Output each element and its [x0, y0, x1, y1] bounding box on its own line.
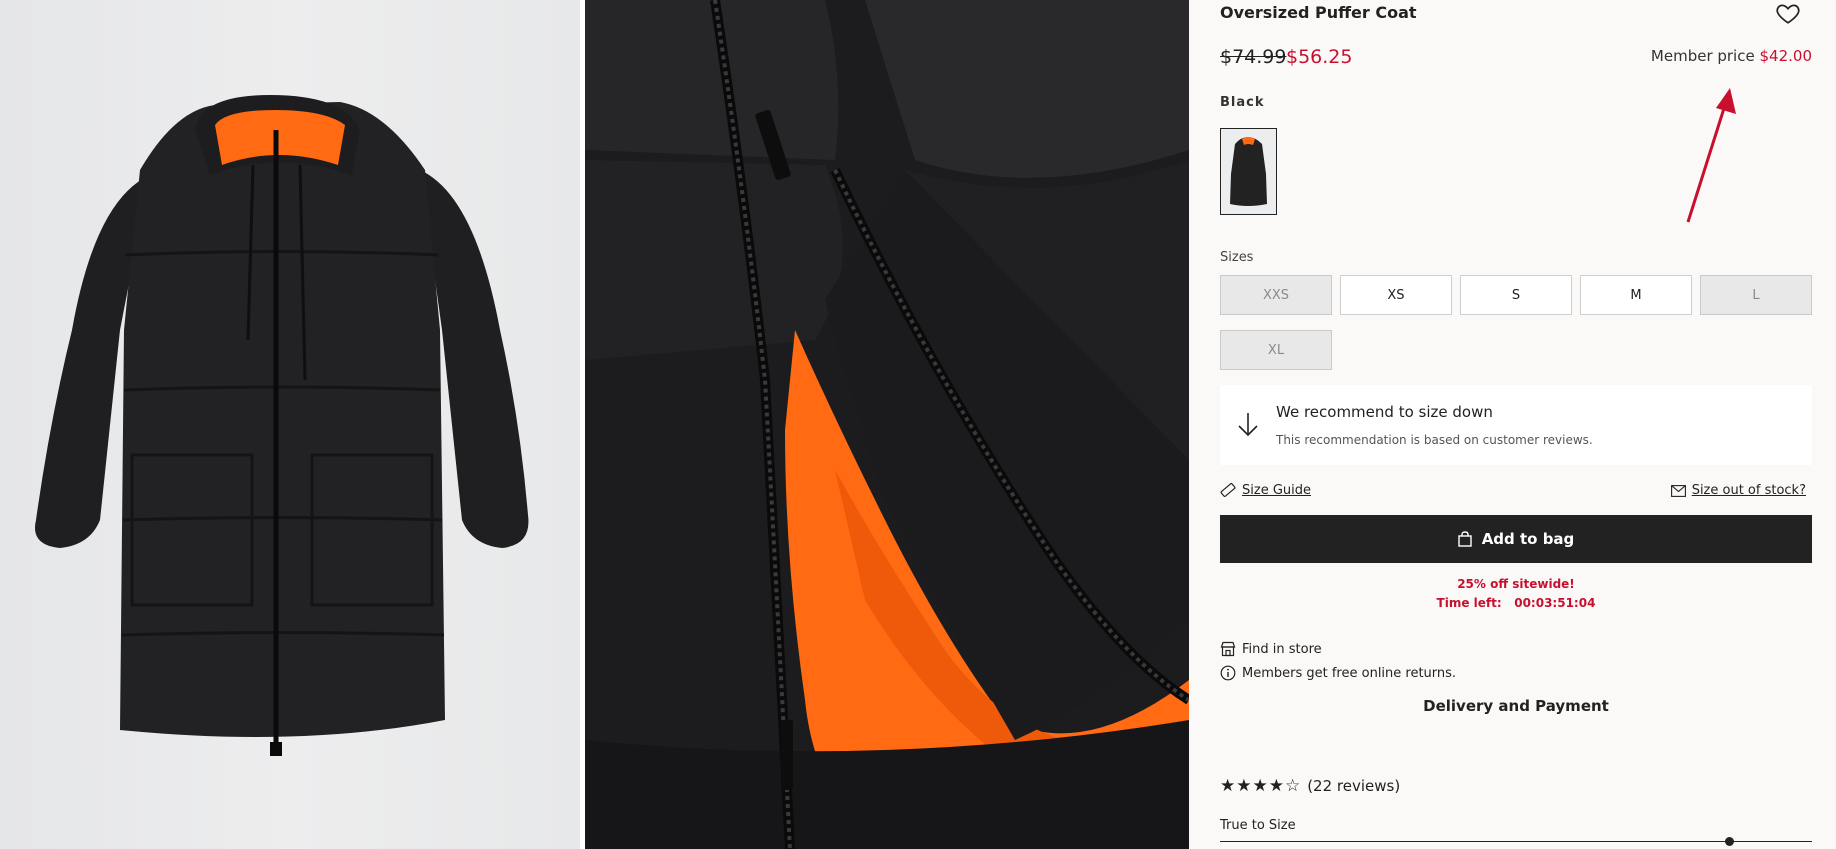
add-to-bag-button[interactable]: Add to bag	[1220, 515, 1812, 563]
delivery-and-payment[interactable]: Delivery and Payment	[1220, 697, 1812, 715]
promo-banner: 25% off sitewide! Time left: 00:03:51:04	[1220, 575, 1812, 613]
bag-icon	[1457, 531, 1472, 547]
member-price: Member price $42.00	[1651, 47, 1812, 65]
size-recommendation: We recommend to size down This recommend…	[1220, 385, 1812, 465]
review-count: (22 reviews)	[1307, 777, 1401, 795]
size-option-xl[interactable]: XL	[1220, 330, 1332, 370]
swatch-coat-icon	[1221, 129, 1276, 214]
returns-label: Members get free online returns.	[1242, 665, 1457, 681]
size-guide-link[interactable]: Size Guide	[1220, 482, 1311, 498]
size-option-xxs[interactable]: XXS	[1220, 275, 1332, 315]
product-info-panel: Oversized Puffer Coat $74.99 $56.25 Memb…	[1220, 0, 1812, 849]
color-label: Black	[1220, 95, 1265, 110]
size-option-xs[interactable]: XS	[1340, 275, 1452, 315]
recommendation-subtitle: This recommendation is based on customer…	[1276, 433, 1593, 447]
ruler-icon	[1220, 483, 1236, 497]
fit-scale-track	[1220, 841, 1812, 842]
coat-detail-illustration	[585, 0, 1189, 849]
size-option-s[interactable]: S	[1460, 275, 1572, 315]
promo-timer: Time left: 00:03:51:04	[1220, 594, 1812, 613]
coat-front-illustration	[35, 95, 529, 756]
original-price: $74.99	[1220, 46, 1287, 68]
promo-headline: 25% off sitewide!	[1457, 577, 1575, 591]
member-price-value: $42.00	[1759, 47, 1813, 65]
sale-price: $56.25	[1286, 46, 1353, 68]
info-icon	[1220, 665, 1236, 681]
size-option-m[interactable]: M	[1580, 275, 1692, 315]
find-in-store-label: Find in store	[1242, 641, 1322, 657]
size-out-of-stock-link[interactable]: Size out of stock?	[1670, 483, 1806, 498]
member-price-label: Member price	[1650, 47, 1755, 65]
fit-scale-marker	[1724, 837, 1734, 846]
heart-icon[interactable]	[1775, 0, 1801, 26]
arrow-down-icon	[1238, 413, 1258, 437]
timer-label: Time left:	[1436, 596, 1502, 610]
envelope-icon	[1670, 484, 1686, 497]
sizes-label: Sizes	[1220, 250, 1254, 265]
rating-summary[interactable]: ★★★★☆ (22 reviews)	[1220, 776, 1400, 796]
color-swatch-black[interactable]	[1220, 128, 1277, 215]
product-title: Oversized Puffer Coat	[1220, 3, 1417, 22]
recommendation-title: We recommend to size down	[1276, 403, 1493, 421]
fit-label: True to Size	[1220, 818, 1296, 833]
size-guide-label[interactable]: Size Guide	[1242, 483, 1311, 498]
store-icon	[1220, 641, 1236, 657]
size-option-l[interactable]: L	[1700, 275, 1812, 315]
size-out-of-stock-label[interactable]: Size out of stock?	[1692, 483, 1806, 498]
product-image-detail[interactable]	[585, 0, 1189, 849]
find-in-store-link[interactable]: Find in store	[1220, 641, 1322, 657]
star-rating-icon: ★★★★☆	[1220, 776, 1302, 796]
add-to-bag-label: Add to bag	[1481, 530, 1575, 548]
timer-value: 00:03:51:04	[1514, 596, 1596, 610]
product-image-front[interactable]	[0, 0, 580, 849]
returns-info: Members get free online returns.	[1220, 665, 1456, 681]
annotation-arrow-icon	[1686, 88, 1736, 223]
